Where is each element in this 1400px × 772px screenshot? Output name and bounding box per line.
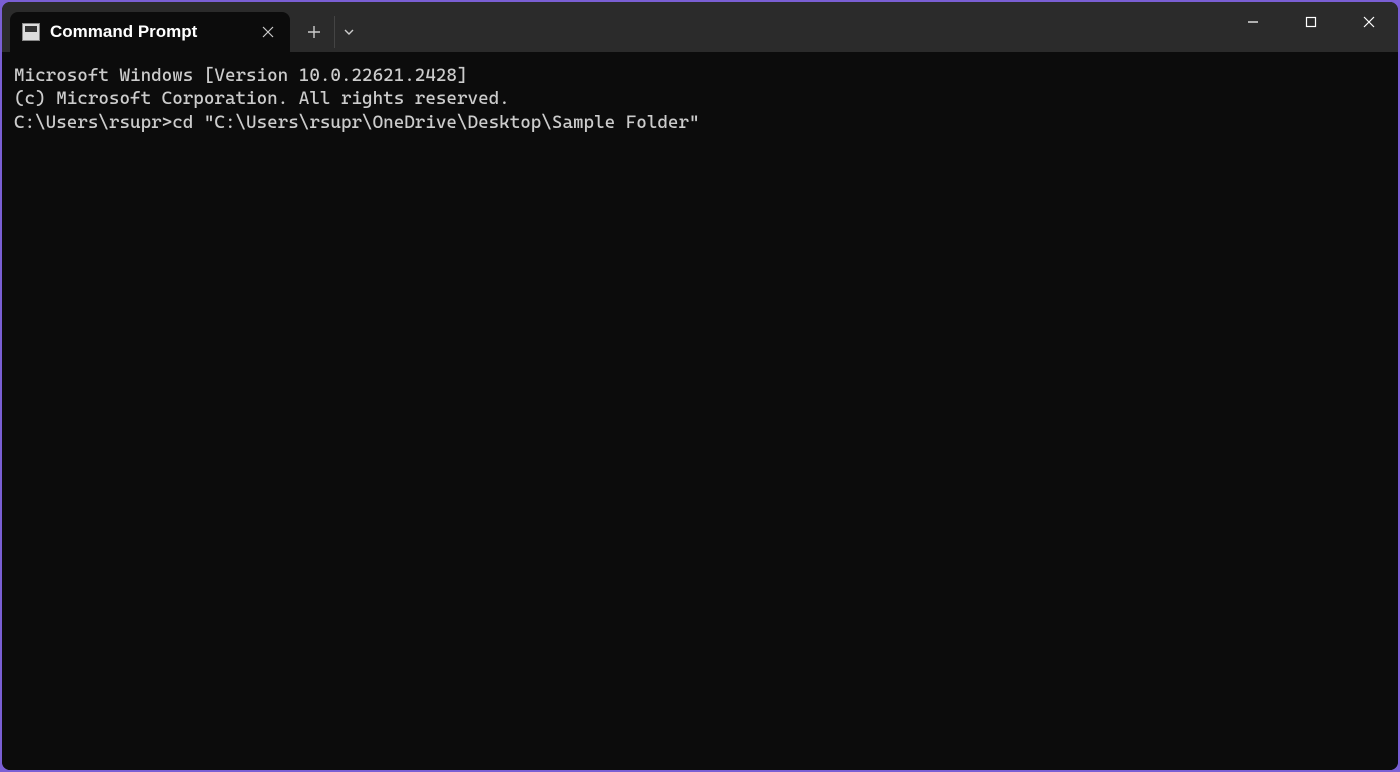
window-controls [1224,2,1398,42]
tab-title: Command Prompt [50,22,248,42]
new-tab-button[interactable] [298,16,330,48]
output-line: Microsoft Windows [Version 10.0.22621.24… [14,64,1386,87]
tab-command-prompt[interactable]: Command Prompt [10,12,290,52]
command-prompt-icon [22,23,40,41]
minimize-button[interactable] [1224,2,1282,42]
command-input: cd "C:\Users\rsupr\OneDrive\Desktop\Samp… [172,111,699,134]
maximize-button[interactable] [1282,2,1340,42]
terminal-output[interactable]: Microsoft Windows [Version 10.0.22621.24… [2,52,1398,770]
output-line: (c) Microsoft Corporation. All rights re… [14,87,1386,110]
close-tab-button[interactable] [258,22,278,42]
prompt-path: C:\Users\rsupr> [14,111,172,134]
close-window-button[interactable] [1340,2,1398,42]
terminal-window: Command Prompt [2,2,1398,770]
prompt-line: C:\Users\rsupr>cd "C:\Users\rsupr\OneDri… [14,111,1386,134]
title-bar: Command Prompt [2,2,1398,52]
tab-area: Command Prompt [2,2,362,52]
tab-dropdown-button[interactable] [334,16,362,48]
tab-controls [290,12,362,52]
